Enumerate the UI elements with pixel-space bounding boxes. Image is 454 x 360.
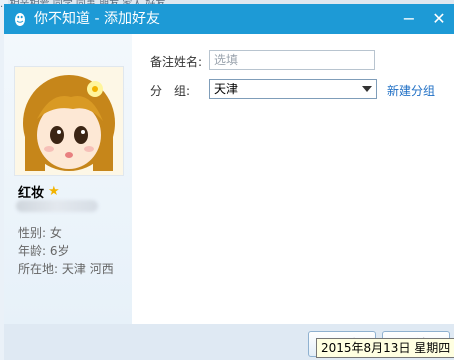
location-row: 所在地: 天津 河西 [18,260,114,277]
chevron-down-icon[interactable] [362,86,372,92]
nickname: 红妆 [18,186,45,201]
blurred-account-id [16,200,98,212]
group-label: 分 组: [150,84,191,98]
title-bar[interactable]: 你不知道 - 添加好友 − ✕ [4,4,454,34]
age-value: 6岁 [49,244,70,258]
group-select[interactable]: 天津 [209,79,377,99]
window-title: 你不知道 - 添加好友 [34,11,160,27]
gender-value: 女 [49,226,62,240]
minimize-button[interactable]: − [394,4,424,34]
remark-label: 备注姓名: [150,55,203,69]
gender-label: 性别: [18,226,47,240]
date-tooltip: 2015年8月13日 星期四 [316,338,454,358]
remark-name-input[interactable] [209,50,375,70]
age-label: 年龄: [18,244,47,258]
profile-panel: 红妆 ★ 性别: 女 年龄: 6岁 所在地: 天津 河西 [4,34,132,324]
location-label: 所在地: [18,262,59,276]
qq-penguin-icon [12,11,28,27]
location-value: 天津 河西 [61,262,114,276]
group-select-value: 天津 [214,82,239,96]
nickname-row: 红妆 ★ [18,182,60,201]
avatar [14,66,124,176]
close-button[interactable]: ✕ [424,4,454,34]
add-friend-dialog: 红妆 ★ 性别: 女 年龄: 6岁 所在地: 天津 河西 备注姓名: 分 组: … [4,34,454,360]
age-row: 年龄: 6岁 [18,242,70,259]
gender-row: 性别: 女 [18,224,62,241]
new-group-link[interactable]: 新建分组 [387,82,435,99]
star-icon: ★ [48,184,60,199]
